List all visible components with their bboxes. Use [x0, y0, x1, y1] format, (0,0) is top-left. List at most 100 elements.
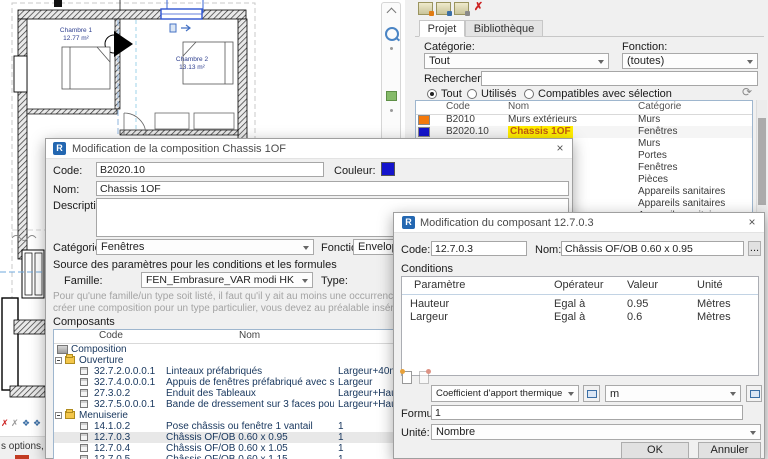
color-swatch [418, 127, 430, 137]
revit-app-icon: R [402, 216, 415, 229]
tab-projet[interactable]: Projet [419, 20, 465, 37]
radio-compatibles-label: Compatibles avec sélection [538, 88, 672, 100]
status-icon-2[interactable]: ✗ [11, 418, 19, 428]
new-composition-icon[interactable] [418, 2, 434, 16]
cell-nom: Murs extérieurs [508, 114, 577, 125]
status-icon-4[interactable]: ❖ [33, 418, 41, 428]
delete-composition-icon[interactable]: ✗ [472, 1, 485, 14]
cell-valeur: 0.6 [627, 311, 643, 323]
radio-compatibles[interactable] [524, 89, 534, 99]
tree-nom: Châssis OF/OB 0.60 x 1.15 [166, 454, 334, 459]
unit-dropdown[interactable]: m [605, 385, 741, 402]
nom-field[interactable] [561, 241, 744, 256]
cell-operateur: Egal à [554, 311, 586, 323]
header-unite[interactable]: Unité [697, 279, 752, 291]
composition-icon [57, 345, 68, 354]
add-condition-icon[interactable] [400, 369, 412, 384]
categorie-dropdown[interactable]: Tout [424, 53, 609, 69]
room1-area: 12.77 m² [63, 35, 89, 42]
tree-header-code[interactable]: Code [99, 330, 159, 342]
revit-app-window: Chambre 1 12.77 m² Chambre 2 13.13 m² ✗ … [0, 0, 768, 459]
collapse-minus-icon[interactable] [55, 357, 62, 364]
tree-label: Menuiserie [79, 410, 128, 421]
cell-categorie: Fenêtres [638, 126, 678, 137]
fonction-dropdown[interactable]: (toutes) [622, 53, 758, 69]
chevron-down-icon [598, 60, 604, 64]
rechercher-label: Rechercher: [424, 73, 484, 85]
unite-label: Unité: [401, 427, 430, 439]
unit-value: m [610, 388, 620, 400]
refresh-icon[interactable]: ⟳ [742, 85, 752, 99]
close-icon[interactable]: × [551, 141, 569, 156]
categorie-dropdown[interactable]: Fenêtres [96, 239, 314, 255]
tab-projet-label: Projet [427, 23, 457, 35]
annuler-button[interactable]: Annuler [698, 442, 761, 459]
ok-button[interactable]: OK [621, 442, 689, 459]
tree-header-nom[interactable]: Nom [239, 330, 299, 342]
status-icon-3[interactable]: ❖ [22, 418, 30, 428]
header-operateur[interactable]: Opérateur [554, 279, 618, 291]
header-valeur[interactable]: Valeur [627, 279, 687, 291]
component-icon [80, 455, 88, 459]
edit-composition-icon[interactable] [454, 2, 470, 16]
collapse-minus-icon[interactable] [55, 412, 62, 419]
zoom-wheel-icon[interactable] [385, 27, 399, 41]
component-icon [80, 433, 88, 441]
cell-unite: Mètres [697, 298, 731, 310]
nav-dot-icon[interactable] [390, 47, 393, 50]
condition-row[interactable]: Hauteur Egal à 0.95 Mètres [402, 298, 758, 311]
search-input[interactable] [481, 71, 758, 86]
chevron-down-icon [747, 60, 753, 64]
unite-dropdown[interactable]: Nombre [431, 424, 761, 440]
tab-bibliotheque[interactable]: Bibliothèque [465, 20, 543, 37]
window-symbol-left[interactable] [13, 55, 28, 93]
parameter-dropdown[interactable]: Coefficient d'apport thermique solaire [431, 385, 579, 402]
tree-nom: Enduit des Tableaux [166, 388, 256, 399]
dialog2-titlebar[interactable]: R Modification du composant 12.7.0.3 × [394, 213, 764, 233]
table-row[interactable]: B2010 Murs extérieurs Murs [416, 114, 752, 126]
nav-dot-icon[interactable] [390, 109, 393, 112]
browse-button[interactable]: ... [748, 241, 761, 256]
formule-field[interactable] [431, 405, 743, 420]
component-icon [80, 422, 88, 430]
bed-room1 [61, 46, 111, 90]
delete-condition-icon[interactable] [419, 369, 431, 384]
radio-tout[interactable] [427, 89, 437, 99]
window-flip-controls[interactable] [169, 23, 191, 33]
famille-dropdown[interactable]: FEN_Embrasure_VAR modi HK [141, 272, 313, 288]
cell-categorie: Pièces [638, 174, 669, 185]
couleur-label: Couleur: [334, 165, 376, 177]
folder-icon [65, 354, 75, 364]
chevron-down-icon [568, 392, 574, 396]
insert-unit-button[interactable] [746, 385, 762, 402]
insert-parameter-button[interactable] [583, 385, 600, 402]
close-icon[interactable]: × [743, 215, 761, 230]
radio-utilises[interactable] [467, 89, 477, 99]
code-field[interactable] [431, 241, 527, 256]
copy-composition-icon[interactable] [436, 2, 452, 16]
header-code[interactable]: Code [446, 101, 506, 113]
color-swatch-button[interactable] [381, 162, 395, 176]
table-row-selected[interactable]: B2020.10 Chassis 1OF Fenêtres [416, 126, 752, 138]
fonction-label: Fonction: [622, 41, 668, 53]
header-categorie[interactable]: Catégorie [638, 101, 752, 113]
dialog1-titlebar[interactable]: R Modification de la composition Chassis… [46, 139, 572, 159]
code-field[interactable] [96, 162, 324, 177]
condition-row[interactable]: Largeur Egal à 0.6 Mètres [402, 311, 758, 324]
header-nom[interactable]: Nom [508, 101, 636, 113]
pan-icon[interactable] [386, 91, 397, 101]
cell-operateur: Egal à [554, 298, 586, 310]
collapse-icon[interactable] [386, 7, 397, 18]
tree-nom: Linteaux préfabriqués [166, 366, 263, 377]
tree-code: 32.7.5.0.0.0.1 [94, 399, 156, 410]
bed-room2 [182, 41, 234, 85]
chevron-down-icon [730, 392, 736, 396]
header-parametre[interactable]: Paramètre [414, 279, 544, 291]
scrollbar-thumb[interactable] [758, 118, 766, 205]
nom-field[interactable] [96, 181, 569, 196]
chevron-down-icon [750, 431, 756, 435]
revit-app-icon: R [53, 142, 66, 155]
grid-tick [54, 0, 62, 7]
cell-parametre: Hauteur [410, 298, 450, 310]
status-icon-1[interactable]: ✗ [1, 418, 9, 428]
